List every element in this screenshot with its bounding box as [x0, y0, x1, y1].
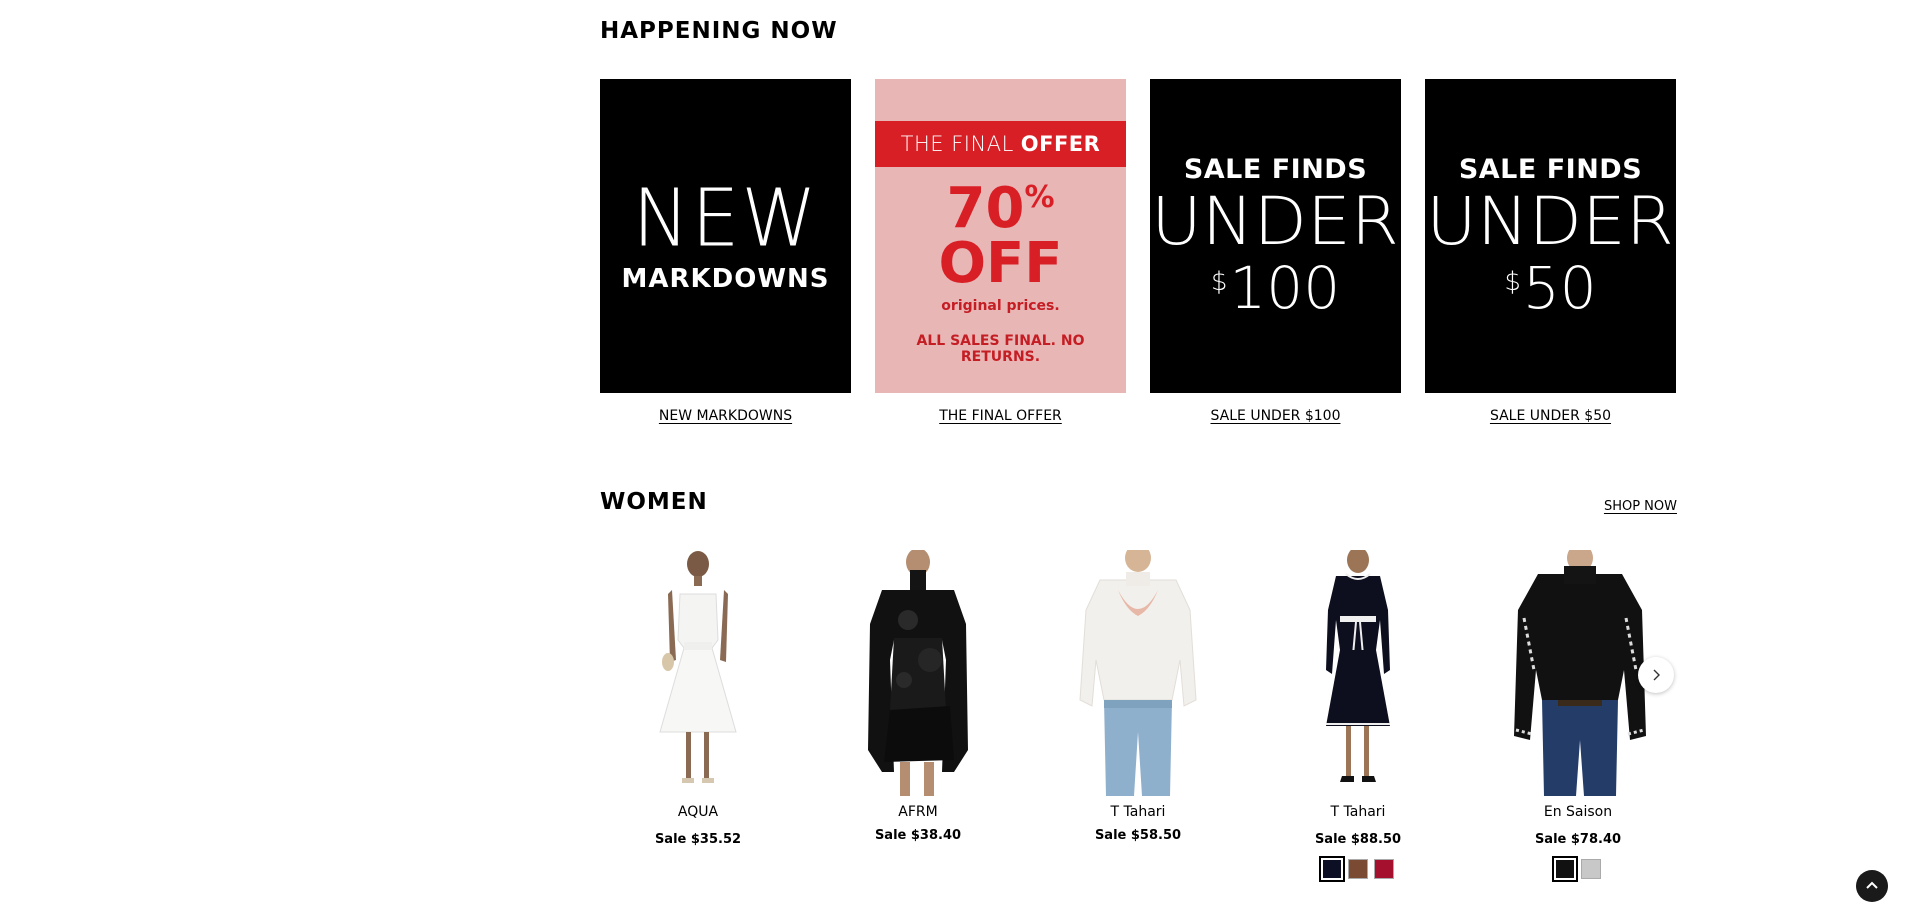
price-threshold: $ 50 — [1504, 259, 1596, 317]
promo-tiles: NEW MARKDOWNS NEW MARKDOWNS THE FINAL OF… — [600, 79, 1677, 439]
product-card[interactable]: En Saison Sale $78.40 — [1480, 550, 1676, 882]
color-swatch-red[interactable] — [1374, 859, 1394, 879]
chevron-right-icon — [1653, 669, 1660, 681]
promo-tile-under-50[interactable]: SALE FINDS UNDER $ 50 SALE UNDER $50 — [1425, 79, 1676, 424]
color-swatches — [1260, 856, 1456, 882]
final-offer-strip-light: THE FINAL — [900, 132, 1014, 156]
under-50-banner[interactable]: SALE FINDS UNDER $ 50 — [1425, 79, 1676, 393]
banner-subline: MARKDOWNS — [621, 264, 830, 294]
color-swatches — [1480, 856, 1676, 882]
banner-kicker: SALE FINDS — [1458, 153, 1643, 185]
banner-kicker: SALE FINDS — [1183, 153, 1368, 185]
final-offer-link[interactable]: THE FINAL OFFER — [875, 408, 1126, 424]
product-image[interactable] — [600, 550, 796, 796]
product-brand[interactable]: AFRM — [820, 804, 1016, 820]
discount-percent: 70% — [875, 181, 1126, 237]
product-brand[interactable]: T Tahari — [1260, 804, 1456, 820]
final-offer-strip: THE FINAL OFFER — [875, 121, 1126, 167]
shop-now-link[interactable]: SHOP NOW — [1604, 499, 1677, 514]
chevron-up-icon — [1866, 881, 1878, 889]
discount-off: OFF — [938, 231, 1063, 296]
carousel-next-button[interactable] — [1638, 657, 1674, 693]
new-markdowns-link[interactable]: NEW MARKDOWNS — [600, 408, 851, 424]
promo-tile-final-offer[interactable]: THE FINAL OFFER 70% OFF original prices.… — [875, 79, 1126, 424]
promo-tile-under-100[interactable]: SALE FINDS UNDER $ 100 SALE UNDER $100 — [1150, 79, 1401, 424]
threshold-amount: 50 — [1522, 253, 1597, 322]
product-brand[interactable]: AQUA — [600, 804, 796, 820]
women-product-carousel: AQUA Sale $35.52 AFRM Sale $38.40 T Taha… — [600, 550, 1677, 890]
product-image[interactable] — [1040, 550, 1236, 796]
banner-headline: NEW — [632, 170, 819, 265]
color-swatch-navy[interactable] — [1319, 856, 1345, 882]
sale-under-50-link[interactable]: SALE UNDER $50 — [1425, 408, 1676, 424]
percent-sign: % — [1024, 180, 1055, 215]
color-swatch-brown[interactable] — [1348, 859, 1368, 879]
product-image[interactable] — [1260, 550, 1456, 796]
product-price: Sale $58.50 — [1094, 828, 1182, 843]
original-prices-note: original prices. — [941, 298, 1060, 314]
dollar-sign: $ — [1210, 266, 1228, 297]
product-card[interactable]: T Tahari Sale $58.50 — [1040, 550, 1236, 843]
threshold-amount: 100 — [1229, 253, 1341, 322]
color-swatch-grey[interactable] — [1581, 859, 1601, 879]
product-card[interactable]: AQUA Sale $35.52 — [600, 550, 796, 847]
under-100-banner[interactable]: SALE FINDS UNDER $ 100 — [1150, 79, 1401, 393]
color-swatch-black[interactable] — [1552, 856, 1578, 882]
product-brand[interactable]: T Tahari — [1040, 804, 1236, 820]
dollar-sign: $ — [1504, 266, 1521, 297]
sale-under-100-link[interactable]: SALE UNDER $100 — [1150, 408, 1401, 424]
new-markdowns-banner[interactable]: NEW MARKDOWNS — [600, 79, 851, 393]
final-offer-banner[interactable]: THE FINAL OFFER 70% OFF original prices.… — [875, 79, 1126, 393]
banner-headline: UNDER — [1426, 182, 1675, 260]
product-brand[interactable]: En Saison — [1480, 804, 1676, 820]
promo-tile-new-markdowns[interactable]: NEW MARKDOWNS NEW MARKDOWNS — [600, 79, 851, 424]
product-price: Sale $88.50 — [1314, 832, 1402, 847]
product-card[interactable]: AFRM Sale $38.40 — [820, 550, 1016, 843]
final-sale-note: ALL SALES FINAL. NO RETURNS. — [916, 333, 1085, 365]
product-price: Sale $38.40 — [874, 828, 962, 843]
product-image[interactable] — [820, 550, 1016, 796]
banner-headline: UNDER — [1151, 182, 1400, 260]
final-offer-strip-bold: OFFER — [1020, 132, 1101, 156]
product-price: Sale $78.40 — [1534, 832, 1622, 847]
women-heading: WOMEN — [600, 489, 708, 515]
happening-now-heading: HAPPENING NOW — [600, 18, 838, 44]
product-card[interactable]: T Tahari Sale $88.50 — [1260, 550, 1456, 882]
product-price: Sale $35.52 — [654, 832, 742, 847]
price-threshold: $ 100 — [1211, 259, 1340, 317]
back-to-top-button[interactable] — [1856, 870, 1888, 902]
